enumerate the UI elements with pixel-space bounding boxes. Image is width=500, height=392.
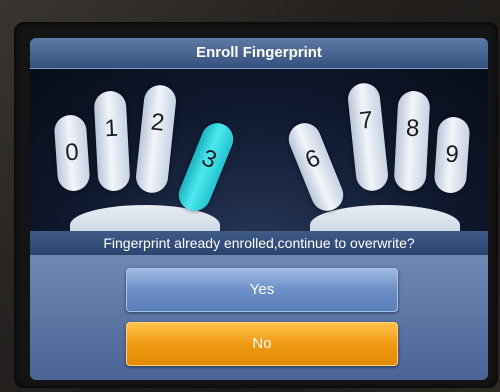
device-frame: Enroll Fingerprint 0 1 2 3 6 7 8 9 Finge… (0, 0, 500, 392)
finger-9[interactable]: 9 (433, 115, 471, 195)
finger-2[interactable]: 2 (134, 83, 178, 195)
title-bar: Enroll Fingerprint (30, 38, 488, 69)
no-button[interactable]: No (126, 322, 398, 366)
page-title: Enroll Fingerprint (196, 44, 322, 61)
prompt-text: Fingerprint already enrolled,continue to… (103, 235, 415, 251)
finger-0[interactable]: 0 (53, 113, 91, 193)
overwrite-prompt: Fingerprint already enrolled,continue to… (30, 231, 488, 255)
no-button-label: No (252, 335, 272, 352)
finger-7[interactable]: 7 (346, 81, 390, 193)
finger-6[interactable]: 6 (283, 118, 349, 216)
device-screen: Enroll Fingerprint 0 1 2 3 6 7 8 9 Finge… (30, 38, 488, 380)
hands-diagram: 0 1 2 3 6 7 8 9 (30, 69, 488, 245)
finger-3[interactable]: 3 (173, 118, 239, 216)
yes-button[interactable]: Yes (126, 268, 398, 312)
finger-1[interactable]: 1 (93, 90, 131, 192)
confirm-dialog: Yes No (30, 255, 488, 380)
finger-8[interactable]: 8 (393, 90, 431, 192)
yes-button-label: Yes (249, 281, 275, 298)
